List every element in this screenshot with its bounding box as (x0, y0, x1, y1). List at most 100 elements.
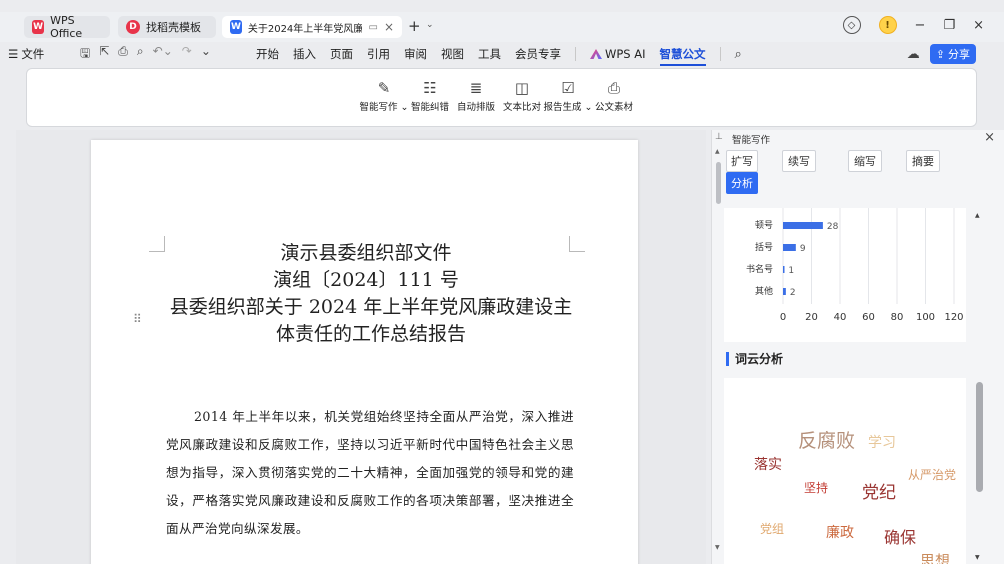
analysis-button[interactable]: 分析 (726, 172, 758, 194)
bar (783, 288, 786, 295)
cloud-word: 思想 (920, 552, 951, 564)
tool-label: 公文素材 (594, 102, 633, 113)
file-menu[interactable]: ☰ 文件 (8, 46, 44, 62)
tab-start[interactable]: 开始 (256, 46, 279, 62)
x-tick-label: 80 (891, 312, 904, 323)
panel-scrollbar[interactable]: ▲ ▼ (715, 148, 721, 562)
content-scrollbar[interactable]: ▲ ▼ (974, 208, 984, 564)
tab-tools[interactable]: 工具 (478, 46, 501, 62)
drag-handle-icon[interactable]: ⠿ (133, 312, 142, 326)
print-icon[interactable]: ⎙ (118, 44, 128, 65)
writer-logo-icon: W (230, 20, 242, 34)
report-generate-button[interactable]: ☑ 报告生成 ⌄ (544, 79, 593, 113)
tool-label: 文本比对 (502, 102, 541, 113)
smart-correction-button[interactable]: ☷ 智能纠错 (410, 79, 450, 113)
save-icon[interactable]: 🖫 (80, 44, 90, 65)
tab-smart-document[interactable]: 智慧公文 (659, 46, 706, 66)
x-tick-label: 20 (805, 312, 818, 323)
export-icon[interactable]: ⇱ (99, 44, 109, 65)
restore-icon[interactable]: ❐ (943, 18, 955, 33)
text-compare-button[interactable]: ◫ 文本比对 (502, 79, 542, 113)
tab-docer-templates[interactable]: D 找稻壳模板 (118, 16, 216, 38)
smart-writing-panel: ⊥ 智能写作 × ▲ ▼ 扩写 续写 缩写 摘要 分析 0 20 40 60 80 100… (711, 130, 1004, 564)
pin-icon[interactable]: ⊥ (715, 132, 723, 142)
cloud-sync-icon[interactable]: ☁ (907, 47, 920, 62)
document-page[interactable]: ⠿ 演示县委组织部文件 演组〔2024〕111 号 县委组织部关于 2024 年… (91, 140, 638, 564)
scroll-up-icon[interactable]: ▲ (975, 212, 980, 219)
window-controls: ◇ ! − ❐ × (842, 16, 984, 34)
close-window-icon[interactable]: × (973, 18, 984, 33)
layout-icon: ≣ (469, 79, 483, 97)
docer-logo-icon: D (126, 20, 140, 34)
tab-insert[interactable]: 插入 (293, 46, 316, 62)
menu-right: ☁ ⇪ 分享 (907, 44, 976, 64)
tab-view[interactable]: 视图 (441, 46, 464, 62)
material-icon: ⎙ (607, 79, 620, 97)
cloud-word: 坚持 (804, 481, 829, 495)
summary-button[interactable]: 摘要 (906, 150, 940, 172)
doc-paragraph: 2014 年上半年以来，机关党组始终坚持全面从严治党，深入推进党风廉政建设和反腐… (166, 409, 574, 536)
share-button[interactable]: ⇪ 分享 (929, 44, 976, 64)
chevron-down-icon[interactable]: ⌄ (426, 20, 434, 30)
scrollbar-thumb[interactable] (716, 162, 721, 204)
cube-icon[interactable]: ◇ (842, 16, 861, 34)
bar (783, 244, 796, 251)
report-icon: ☑ (561, 79, 575, 97)
smart-writing-button[interactable]: ✎ 智能写作 ⌄ (360, 79, 409, 113)
undo-icon[interactable]: ↶⌄ (153, 44, 173, 65)
tool-label: 智能写作 (359, 102, 398, 113)
tab-current-document[interactable]: W 关于2024年上半年党风廉政建 ▭ × (222, 16, 402, 38)
tool-label: 报告生成 (543, 102, 582, 113)
x-tick-label: 60 (862, 312, 875, 323)
more-chevron-icon[interactable]: ⌄ (201, 44, 211, 65)
bar-chart: 0 20 40 60 80 100 120 顿号 28 括号 9 书名号 1 其他 2 (746, 208, 964, 323)
divider (719, 47, 721, 61)
ribbon-tools: ✎ 智能写作 ⌄ ☷ 智能纠错 ≣ 自动排版 ◫ 文本比对 ☑ 报告生成 ⌄ ⎙… (360, 79, 634, 113)
tab-member[interactable]: 会员专享 (515, 46, 561, 62)
search-icon[interactable]: ⌕ (735, 47, 742, 62)
data-label: 2 (790, 288, 796, 298)
data-label: 9 (800, 244, 806, 254)
data-label: 28 (827, 222, 839, 232)
share-icon: ⇪ (935, 47, 945, 61)
document-canvas[interactable]: ⠿ 演示县委组织部文件 演组〔2024〕111 号 县委组织部关于 2024 年… (16, 130, 706, 564)
redo-icon[interactable]: ↷ (182, 44, 192, 65)
title-bar: W WPS Office D 找稻壳模板 W 关于2024年上半年党风廉政建 ▭… (0, 12, 1004, 42)
x-tick-label: 120 (944, 312, 963, 323)
auto-layout-button[interactable]: ≣ 自动排版 (456, 79, 496, 113)
minimize-icon[interactable]: − (915, 18, 926, 33)
cloud-word: 廉政 (826, 525, 854, 541)
pen-icon: ✎ (377, 79, 391, 97)
file-menu-label: 文件 (21, 47, 45, 61)
scroll-down-icon[interactable]: ▼ (975, 554, 980, 561)
print-preview-icon[interactable]: ⌕ (137, 44, 144, 65)
doc-header-line: 演示县委组织部文件 (280, 242, 452, 264)
doc-title: 县委组织部关于 2024 年上半年党风廉政建设主体责任的工作总结报告 (169, 296, 573, 345)
expand-button[interactable]: 扩写 (726, 150, 758, 172)
document-material-button[interactable]: ⎙ 公文素材 (594, 79, 634, 113)
tab-label: 找稻壳模板 (146, 21, 201, 34)
tab-review[interactable]: 审阅 (404, 46, 427, 62)
tab-label: 关于2024年上半年党风廉政建 (247, 23, 363, 35)
monitor-icon[interactable]: ▭ (368, 22, 377, 33)
tab-page[interactable]: 页面 (330, 46, 353, 62)
x-tick-label: 40 (834, 312, 847, 323)
close-tab-icon[interactable]: × (384, 20, 394, 34)
scroll-down-icon[interactable]: ▼ (715, 544, 720, 551)
scrollbar-thumb[interactable] (976, 382, 983, 492)
new-tab-icon[interactable]: + (408, 17, 421, 35)
quick-access-toolbar: 🖫 ⇱ ⎙ ⌕ ↶⌄ ↷ ⌄ (80, 44, 211, 65)
tab-wps-office[interactable]: W WPS Office (24, 14, 110, 40)
tab-wps-ai[interactable]: WPS AI (590, 47, 646, 61)
menu-bar: ☰ 文件 🖫 ⇱ ⎙ ⌕ ↶⌄ ↷ ⌄ 开始 插入 页面 引用 审阅 视图 工具… (0, 42, 1004, 66)
condense-button[interactable]: 缩写 (848, 150, 882, 172)
scroll-up-icon[interactable]: ▲ (715, 148, 720, 155)
share-label: 分享 (948, 48, 970, 61)
tool-label: 智能纠错 (410, 102, 449, 113)
hamburger-icon: ☰ (8, 47, 19, 61)
tab-reference[interactable]: 引用 (367, 46, 390, 62)
avatar[interactable]: ! (878, 16, 897, 34)
continue-button[interactable]: 续写 (782, 150, 816, 172)
close-panel-icon[interactable]: × (984, 130, 995, 145)
cloud-word: 党组 (760, 522, 785, 536)
